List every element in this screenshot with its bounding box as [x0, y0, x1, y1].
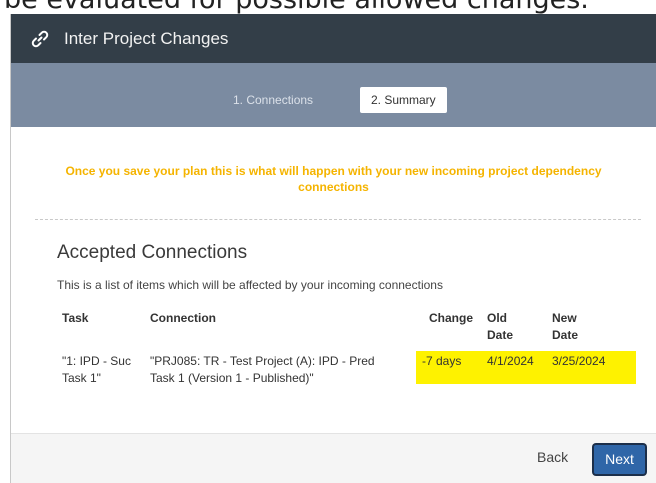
column-header-new-date: New Date — [552, 310, 578, 344]
task-cell-line2: Task 1" — [62, 371, 101, 385]
back-button[interactable]: Back — [537, 449, 568, 465]
task-cell: "1: IPD - Suc Task 1" — [62, 353, 131, 387]
save-notice-message: Once you save your plan this is what wil… — [65, 164, 602, 194]
old-date-cell: 4/1/2024 — [487, 354, 534, 368]
section-heading: Accepted Connections — [57, 242, 248, 263]
column-header-change: Change — [429, 311, 474, 325]
old-date-header-line1: Old — [487, 311, 507, 325]
new-date-cell: 3/25/2024 — [552, 354, 606, 368]
column-header-connection: Connection — [150, 311, 216, 325]
connection-cell-line2: Task 1 (Version 1 - Published)" — [150, 371, 314, 385]
dialog-title: Inter Project Changes — [64, 28, 229, 48]
dialog-title-bar: Inter Project Changes — [11, 14, 656, 63]
step-connections[interactable]: 1. Connections — [233, 93, 313, 107]
connection-cell-line1: "PRJ085: TR - Test Project (A): IPD - Pr… — [150, 354, 375, 368]
inter-project-changes-dialog: Inter Project Changes 1. Connections 2. … — [10, 14, 656, 483]
column-header-old-date: Old Date — [487, 310, 513, 344]
dashed-divider — [35, 219, 641, 220]
new-date-header-line1: New — [552, 311, 577, 325]
old-date-header-line2: Date — [487, 328, 514, 342]
step-summary-active[interactable]: 2. Summary — [360, 87, 447, 113]
change-cell: -7 days — [422, 354, 462, 368]
background-page-text: be evaluated for possible allowed change… — [4, 0, 589, 14]
connection-cell: "PRJ085: TR - Test Project (A): IPD - Pr… — [150, 353, 375, 387]
wizard-steps: 1. Connections 2. Summary — [11, 63, 656, 127]
link-icon — [30, 28, 52, 50]
task-cell-line1: "1: IPD - Suc — [62, 354, 131, 368]
new-date-header-line2: Date — [552, 328, 579, 342]
section-description: This is a list of items which will be af… — [57, 278, 443, 292]
next-button[interactable]: Next — [594, 445, 645, 474]
column-header-task: Task — [62, 311, 89, 325]
background-page-text-crop: be evaluated for possible allowed change… — [0, 0, 656, 14]
